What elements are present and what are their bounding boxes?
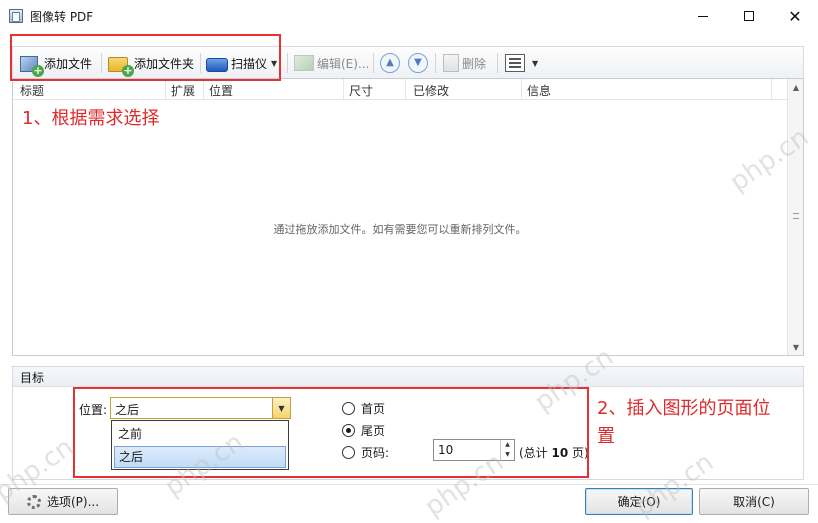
delete-icon (443, 54, 459, 72)
close-icon: ✕ (788, 6, 802, 26)
window-title: 图像转 PDF (30, 10, 94, 24)
column-divider[interactable] (771, 79, 772, 100)
edit-button[interactable]: 编辑(E)... (291, 51, 372, 75)
view-mode-button[interactable]: ▼ (502, 51, 541, 75)
toolbar-separator (373, 53, 374, 73)
annotation-box-target (73, 387, 589, 478)
file-list-header: 标题 扩展 位置 尺寸 已修改 信息 (13, 79, 787, 100)
annotation-step2-line1: 2、插入图形的页面位 (597, 398, 771, 419)
toolbar-separator (435, 53, 436, 73)
delete-label: 删除 (462, 56, 487, 71)
column-modified[interactable]: 已修改 (413, 82, 449, 99)
column-size[interactable]: 尺寸 (349, 82, 373, 99)
maximize-button[interactable] (726, 0, 772, 32)
title-bar: 图像转 PDF ✕ (0, 0, 818, 32)
column-location[interactable]: 位置 (209, 82, 233, 99)
column-divider[interactable] (165, 79, 166, 100)
move-down-button[interactable]: ▼ (405, 51, 431, 75)
minimize-button[interactable] (680, 0, 726, 32)
chevron-up-icon: ▲ (380, 53, 400, 73)
scroll-down-icon[interactable]: ▼ (788, 339, 804, 355)
view-dropdown-icon: ▼ (532, 58, 539, 68)
scroll-up-icon[interactable]: ▲ (788, 79, 804, 95)
options-label: 选项(P)... (46, 495, 100, 509)
toolbar-separator (287, 53, 288, 73)
column-title[interactable]: 标题 (20, 82, 44, 99)
app-icon (9, 9, 23, 23)
column-divider[interactable] (203, 79, 204, 100)
annotation-step1: 1、根据需求选择 (22, 108, 160, 129)
target-title: 目标 (20, 371, 45, 385)
column-divider[interactable] (405, 79, 406, 100)
scroll-grip[interactable] (793, 213, 799, 219)
empty-list-hint: 通过拖放添加文件。如有需要您可以重新排列文件。 (273, 223, 527, 236)
cancel-label: 取消(C) (733, 495, 775, 509)
delete-button[interactable]: 删除 (440, 51, 489, 75)
move-up-button[interactable]: ▲ (377, 51, 403, 75)
column-info[interactable]: 信息 (527, 82, 551, 99)
close-button[interactable]: ✕ (772, 0, 818, 32)
chevron-down-icon: ▼ (408, 53, 428, 73)
target-panel-header: 目标 (13, 367, 803, 387)
toolbar-separator (497, 53, 498, 73)
annotation-step2-line2: 置 (597, 426, 615, 447)
gear-icon (26, 494, 41, 509)
edit-label: 编辑(E)... (317, 56, 370, 71)
column-divider[interactable] (521, 79, 522, 100)
annotation-box-toolbar (10, 34, 281, 81)
column-extension[interactable]: 扩展 (171, 82, 195, 99)
vertical-scrollbar[interactable]: ▲ ▼ (787, 79, 803, 355)
maximize-icon (744, 11, 754, 21)
edit-icon (294, 55, 314, 71)
minimize-icon (698, 15, 708, 17)
column-divider[interactable] (343, 79, 344, 100)
list-view-icon (505, 54, 525, 72)
cancel-button[interactable]: 取消(C) (699, 488, 809, 515)
